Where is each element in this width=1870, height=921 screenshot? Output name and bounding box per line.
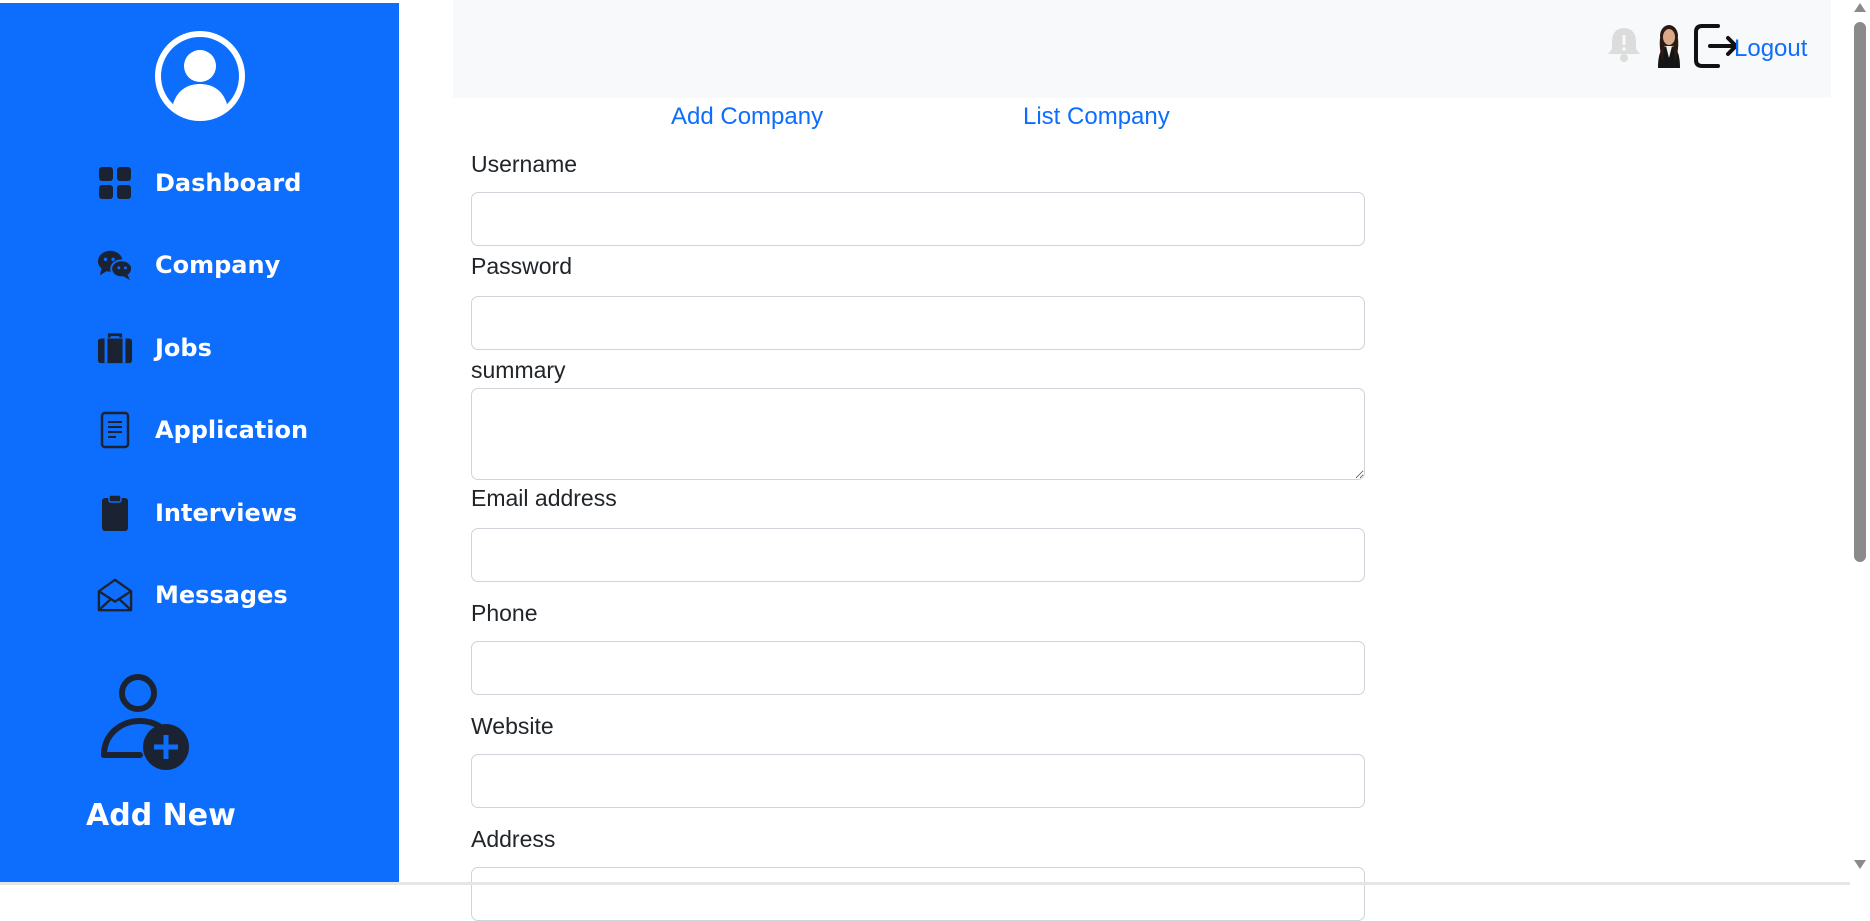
summary-textarea[interactable] (471, 388, 1365, 480)
document-icon (97, 411, 133, 449)
sidebar-item-dashboard[interactable]: Dashboard (97, 163, 301, 203)
address-field[interactable] (471, 867, 1365, 921)
scroll-up-arrow-icon[interactable] (1854, 3, 1866, 12)
password-field[interactable] (471, 296, 1365, 350)
logout-label: Logout (1734, 34, 1808, 62)
email-label: Email address (471, 485, 617, 511)
sidebar-item-label: Jobs (155, 334, 212, 362)
sidebar-item-label: Application (155, 416, 309, 444)
add-company-link[interactable]: Add Company (671, 103, 823, 131)
website-label: Website (471, 713, 554, 739)
add-new-label: Add New (86, 798, 236, 833)
grid-icon (97, 165, 133, 201)
sidebar-item-messages[interactable]: Messages (97, 575, 288, 615)
sidebar: Dashboard Company Jobs Application Inter… (0, 3, 399, 882)
bell-icon[interactable] (1606, 25, 1642, 68)
sidebar-item-jobs[interactable]: Jobs (97, 328, 212, 368)
phone-field[interactable] (471, 641, 1365, 695)
list-company-link[interactable]: List Company (1023, 103, 1170, 131)
address-label: Address (471, 826, 556, 852)
logout-icon (1692, 22, 1740, 75)
chat-bubbles-icon (97, 247, 133, 283)
briefcase-icon (97, 330, 133, 366)
password-label: Password (471, 253, 572, 279)
sidebar-item-label: Interviews (155, 499, 298, 527)
scroll-down-arrow-icon[interactable] (1854, 860, 1866, 869)
sidebar-item-label: Company (155, 251, 281, 279)
website-field[interactable] (471, 754, 1365, 808)
email-field[interactable] (471, 528, 1365, 582)
sidebar-item-company[interactable]: Company (97, 245, 280, 285)
clipboard-icon (97, 494, 133, 531)
logout-button[interactable]: Logout (1692, 22, 1807, 75)
user-profile-picture[interactable] (1654, 24, 1684, 68)
username-label: Username (471, 151, 578, 177)
phone-label: Phone (471, 600, 538, 626)
summary-label: summary (471, 357, 566, 383)
envelope-open-icon (97, 577, 133, 613)
scrollbar-thumb[interactable] (1854, 22, 1866, 562)
sidebar-item-label: Messages (155, 581, 288, 609)
sidebar-item-label: Dashboard (155, 169, 302, 197)
username-field[interactable] (471, 192, 1365, 246)
sidebar-item-interviews[interactable]: Interviews (97, 493, 297, 533)
sidebar-item-application[interactable]: Application (97, 410, 308, 450)
profile-avatar-icon[interactable] (154, 30, 246, 122)
vertical-scrollbar[interactable] (1850, 0, 1870, 885)
